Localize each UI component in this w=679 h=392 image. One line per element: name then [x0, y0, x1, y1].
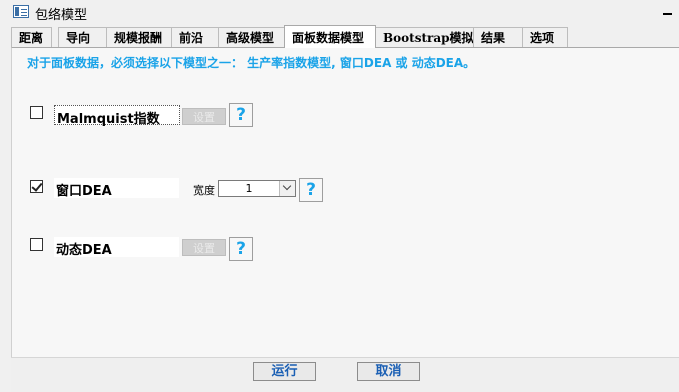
malmquist-label: Malmquist指数 [54, 105, 180, 127]
malmquist-help-icon[interactable]: ? [229, 103, 253, 127]
window-width-select[interactable]: 1 [218, 180, 296, 197]
tab-distance[interactable]: 距离 [11, 27, 52, 47]
tab-bootstrap[interactable]: Bootstrap模拟 [375, 27, 476, 47]
window-dea-label: 窗口DEA [54, 178, 179, 199]
tab-advanced-models[interactable]: 高级模型 [218, 27, 286, 47]
window-title: 包络模型 [35, 8, 88, 23]
tab-results[interactable]: 结果 [473, 27, 528, 47]
tab-options[interactable]: 选项 [522, 27, 568, 47]
dynamic-dea-checkbox[interactable] [30, 238, 43, 251]
malmquist-checkbox[interactable] [30, 106, 43, 119]
minimize-button[interactable] [662, 4, 674, 18]
tab-bar: 距离 导向 规模报酬 前沿 高级模型 面板数据模型 Bootstrap模拟 结果… [11, 25, 679, 48]
window-dea-help-icon[interactable]: ? [299, 178, 323, 202]
window-width-label: 宽度 [193, 184, 215, 197]
form-icon [13, 5, 29, 18]
footer-bar [11, 357, 679, 392]
dynamic-dea-label: 动态DEA [54, 237, 179, 258]
tab-content-panel [11, 47, 679, 357]
tab-orientation[interactable]: 导向 [58, 27, 112, 47]
title-bar: 包络模型 [0, 0, 679, 24]
dynamic-dea-settings-button[interactable]: 设置 [182, 239, 226, 256]
chevron-down-icon[interactable] [279, 181, 295, 196]
panel-info-text: 对于面板数据，必须选择以下模型之一： 生产率指数模型, 窗口DEA 或 动态DE… [27, 56, 476, 70]
window-dea-checkbox[interactable] [30, 180, 43, 193]
dynamic-dea-help-icon[interactable]: ? [229, 237, 253, 261]
window-width-value: 1 [245, 182, 253, 195]
tab-returns-to-scale[interactable]: 规模报酬 [106, 27, 176, 47]
cancel-button[interactable]: 取消 [357, 362, 420, 381]
tab-panel-data-models[interactable]: 面板数据模型 [284, 25, 376, 48]
malmquist-settings-button[interactable]: 设置 [182, 108, 226, 125]
tab-frontier[interactable]: 前沿 [171, 27, 221, 47]
run-button[interactable]: 运行 [253, 362, 316, 381]
